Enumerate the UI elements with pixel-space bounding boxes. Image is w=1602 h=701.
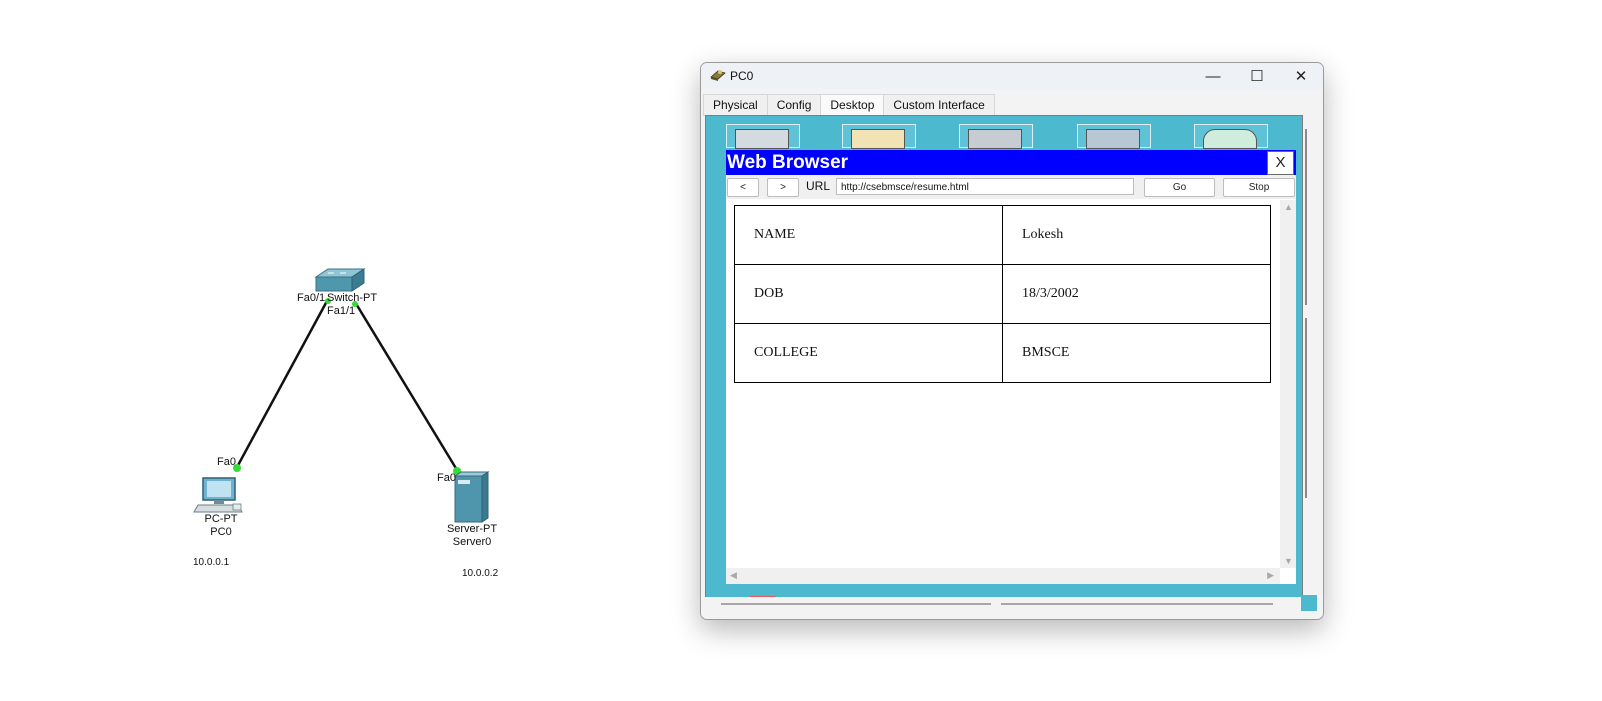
server-port-label: Fa0 [437, 472, 456, 484]
table-row: NAME Lokesh [734, 205, 1271, 265]
minimize-button[interactable]: — [1191, 63, 1235, 89]
table-cell-field: NAME [734, 205, 1003, 265]
forward-button[interactable]: > [767, 178, 799, 197]
go-button[interactable]: Go [1144, 178, 1215, 197]
maximize-button[interactable]: ☐ [1235, 63, 1279, 89]
tab-physical[interactable]: Physical [703, 94, 768, 116]
window-titlebar[interactable]: PC0 — ☐ ✕ [701, 63, 1323, 89]
tab-custom-interface[interactable]: Custom Interface [883, 94, 995, 116]
page-vertical-scrollbar[interactable]: ▲ ▼ [1280, 200, 1296, 568]
table-cell-value: BMSCE [1002, 323, 1271, 383]
table-cell-value: 18/3/2002 [1002, 264, 1271, 324]
desktop-corner [1301, 595, 1317, 611]
desktop-app-icon[interactable] [959, 124, 1033, 149]
server-ip-label: 10.0.0.2 [462, 568, 499, 579]
table-row: DOB 18/3/2002 [734, 264, 1271, 324]
server-icon[interactable] [453, 471, 490, 523]
page-viewport[interactable]: NAME Lokesh DOB 18/3/2002 COLLEGE BMSCE [726, 200, 1280, 568]
horizontal-scroll-track[interactable] [1001, 603, 1273, 605]
topology-canvas[interactable]: Fa0/1 Switch-PT Fa1/1 Fa0 PC-PT PC0 10.0… [0, 0, 700, 701]
resume-table: NAME Lokesh DOB 18/3/2002 COLLEGE BMSCE [734, 205, 1271, 383]
server-name-label: Server0 [452, 536, 492, 548]
pc-name-label: PC0 [210, 526, 232, 538]
scroll-right-arrow-icon[interactable]: ▶ [1267, 570, 1274, 581]
switch-port-left-label: Fa0/1 [297, 292, 326, 304]
horizontal-scroll-track[interactable] [721, 603, 991, 605]
topology-links [193, 268, 490, 523]
browser-close-button[interactable]: X [1267, 151, 1294, 175]
scroll-down-arrow-icon[interactable]: ▼ [1284, 556, 1293, 566]
switch-port-right-label: Fa1/1 [327, 305, 356, 317]
packet-tracer-icon [710, 68, 726, 87]
url-input[interactable]: http://csebmsce/resume.html [836, 178, 1134, 195]
switch-name-label: Switch-PT [327, 292, 378, 304]
window-title: PC0 [730, 69, 754, 83]
pc-icon[interactable] [193, 477, 243, 513]
tab-desktop[interactable]: Desktop [820, 94, 885, 116]
table-row: COLLEGE BMSCE [734, 323, 1271, 383]
tab-config[interactable]: Config [766, 94, 822, 116]
window-close-button[interactable]: ✕ [1279, 63, 1323, 89]
desktop-scrollbar-thumb[interactable] [1305, 318, 1313, 498]
pc-ip-label: 10.0.0.1 [193, 557, 230, 568]
browser-navbar: < > URL http://csebmsce/resume.html Go S… [726, 175, 1296, 199]
url-label: URL [806, 179, 831, 193]
tab-bar: Physical Config Desktop Custom Interface [703, 94, 995, 116]
window-bottom-strip [701, 597, 1323, 617]
link-pc-switch[interactable] [234, 300, 329, 470]
pc-port-label: Fa0 [217, 456, 236, 468]
table-cell-value: Lokesh [1002, 205, 1271, 265]
link-server-switch[interactable] [353, 301, 459, 471]
table-cell-field: DOB [734, 264, 1003, 324]
desktop-scrollbar[interactable] [1305, 129, 1313, 305]
desktop-app-icon[interactable] [726, 124, 800, 149]
scroll-left-arrow-icon[interactable]: ◀ [730, 570, 737, 581]
back-button[interactable]: < [727, 178, 759, 197]
switch-icon[interactable] [314, 268, 366, 292]
desktop-app-icon[interactable] [1077, 124, 1151, 149]
page-horizontal-scrollbar[interactable]: ◀ ▶ [726, 568, 1280, 584]
stop-button[interactable]: Stop [1223, 178, 1295, 197]
scroll-up-arrow-icon[interactable]: ▲ [1284, 202, 1293, 212]
pc-type-label: PC-PT [204, 513, 238, 525]
web-browser-window[interactable]: Web Browser X < > URL http://csebmsce/re… [726, 150, 1296, 584]
desktop-app-icon[interactable] [1194, 124, 1268, 149]
table-cell-field: COLLEGE [734, 323, 1003, 383]
web-browser-header: Web Browser X [726, 150, 1296, 175]
web-browser-title: Web Browser [727, 152, 849, 173]
desktop-app-icon[interactable] [842, 124, 916, 149]
server-type-label: Server-PT [446, 523, 498, 535]
